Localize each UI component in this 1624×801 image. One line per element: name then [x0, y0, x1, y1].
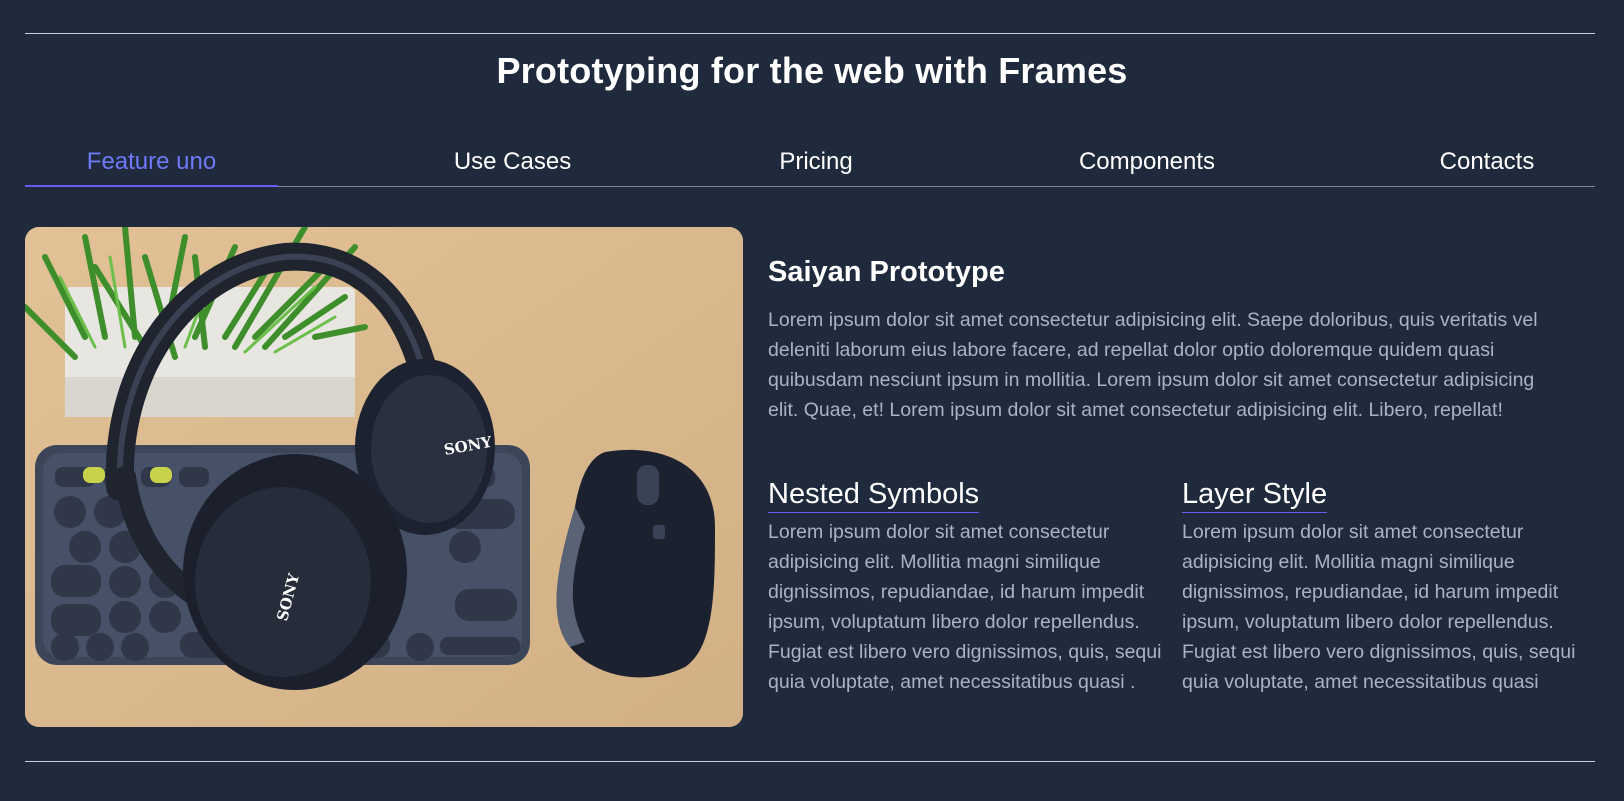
main-title: Saiyan Prototype: [768, 256, 1005, 288]
tab-use-cases[interactable]: Use Cases: [440, 142, 585, 186]
nested-symbols-description: Lorem ipsum dolor sit amet consectetur a…: [768, 521, 1162, 693]
hero-image: SONY SONY: [25, 227, 743, 727]
tab-contacts[interactable]: Contacts: [1432, 142, 1542, 186]
layer-style-description: Lorem ipsum dolor sit amet consectetur a…: [1182, 521, 1576, 693]
nested-symbols-link[interactable]: Nested Symbols: [768, 476, 980, 513]
layer-style-link[interactable]: Layer Style: [1182, 476, 1328, 513]
tab-bar: Feature uno Use Cases Pricing Components…: [25, 142, 1595, 187]
bottom-divider: [25, 761, 1595, 762]
main-description: Lorem ipsum dolor sit amet consectetur a…: [768, 309, 1538, 421]
tab-feature-uno[interactable]: Feature uno: [25, 142, 278, 187]
page-title: Prototyping for the web with Frames: [496, 50, 1128, 91]
top-divider: [25, 33, 1595, 34]
tab-pricing[interactable]: Pricing: [771, 142, 861, 186]
tab-components[interactable]: Components: [1072, 142, 1222, 186]
